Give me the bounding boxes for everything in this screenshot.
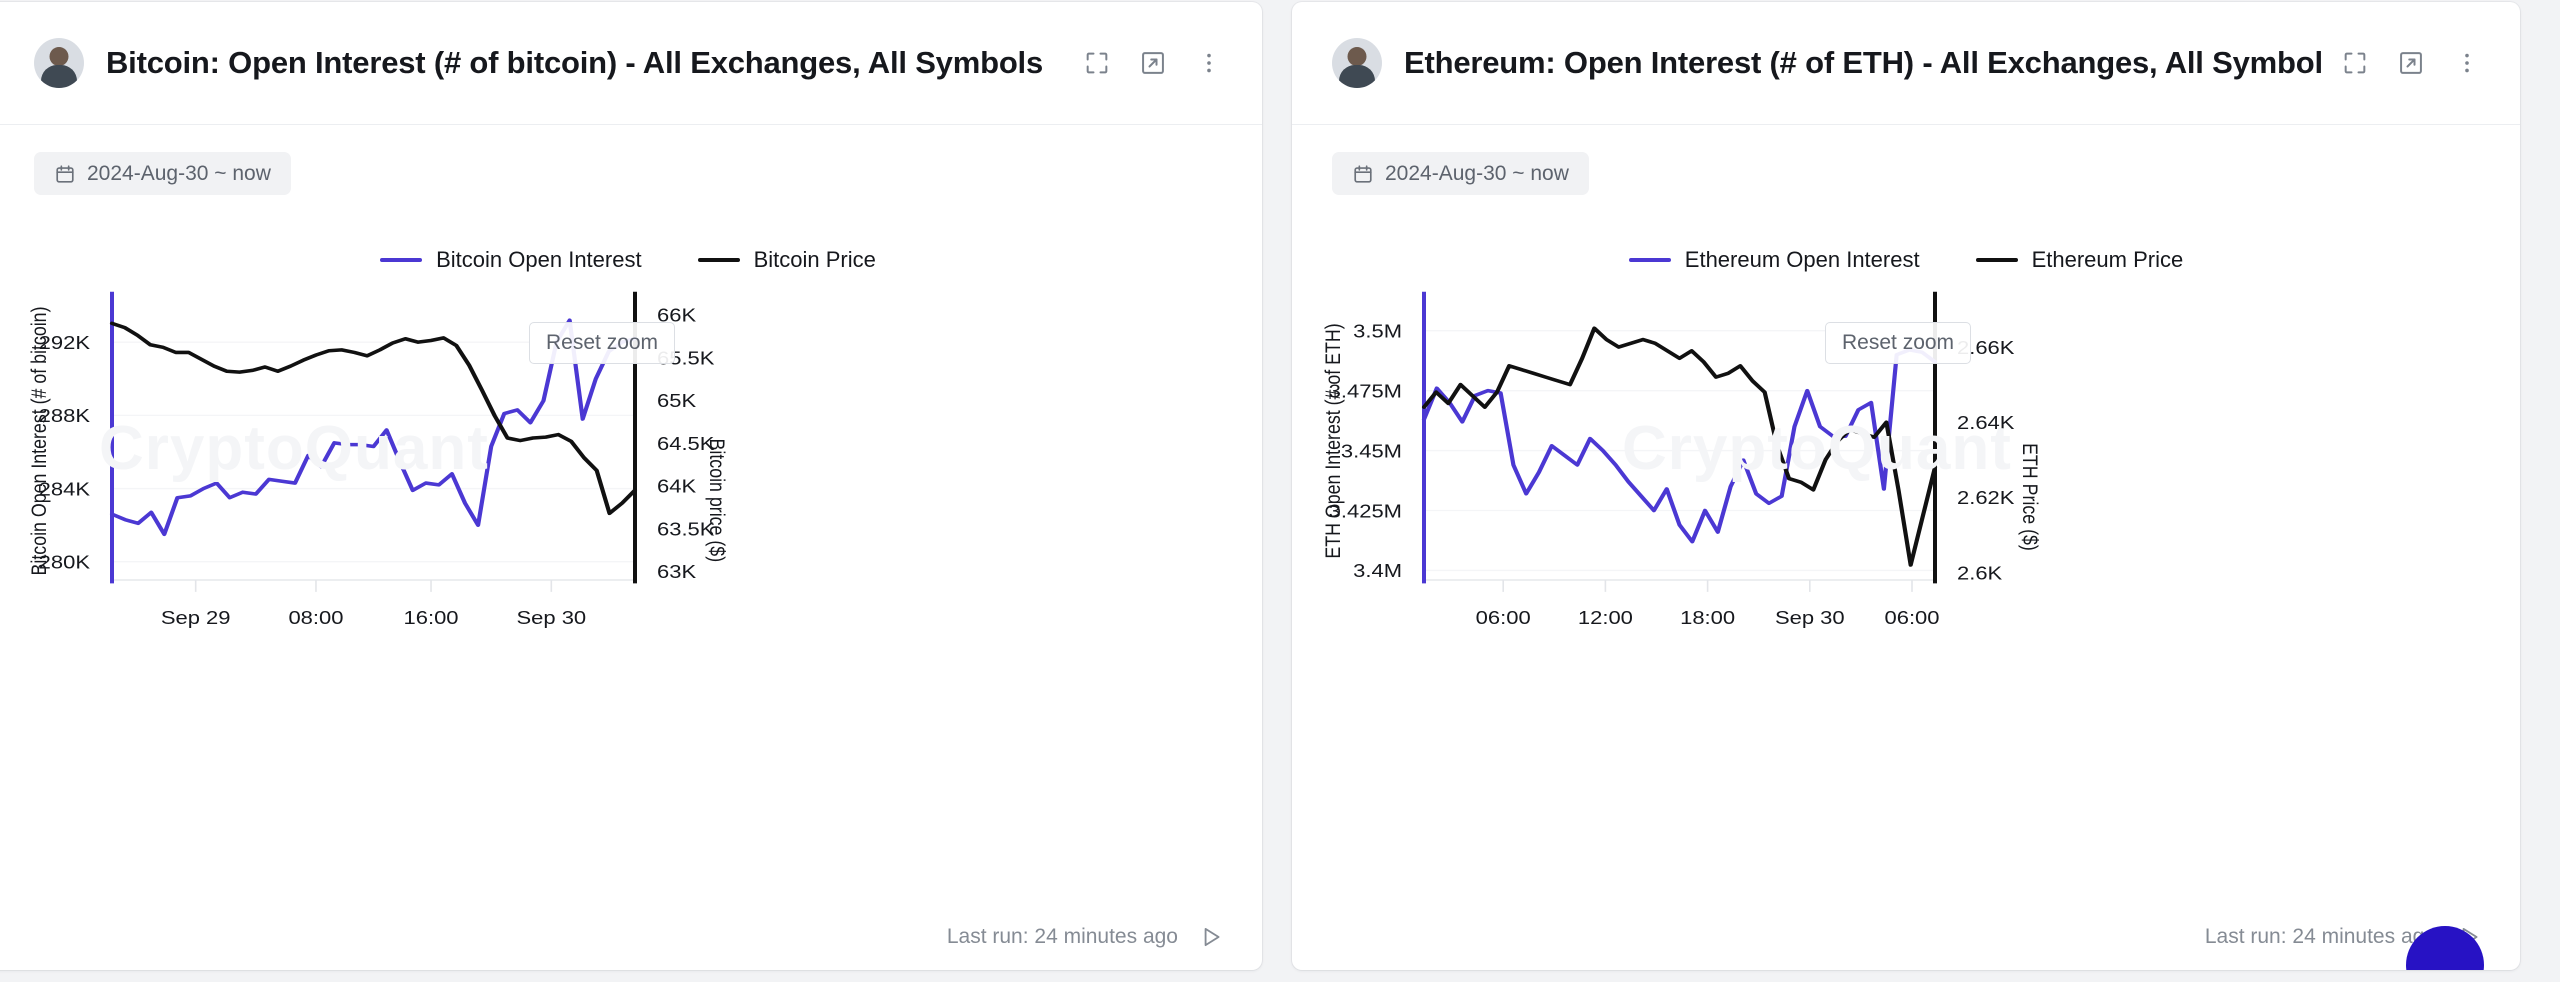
svg-text:Bitcoin price ($): Bitcoin price ($) (705, 439, 729, 563)
dashboard-page: Bitcoin: Open Interest (# of bitcoin) - … (0, 0, 2560, 982)
legend-item-open-interest[interactable]: Bitcoin Open Interest (380, 247, 641, 273)
bitcoin-chart-card: Bitcoin: Open Interest (# of bitcoin) - … (0, 2, 1262, 970)
svg-text:2.64K: 2.64K (1957, 413, 2015, 433)
svg-text:06:00: 06:00 (1476, 609, 1531, 629)
more-vertical-icon[interactable] (2452, 48, 2482, 78)
last-run-label: Last run: 24 minutes ago (2205, 925, 2436, 949)
bitcoin-chart-svg[interactable]: Sep 2908:0016:00Sep 30280K284K288K292K63… (0, 285, 1262, 970)
svg-text:16:00: 16:00 (404, 609, 459, 629)
legend-swatch-open-interest (380, 258, 422, 262)
svg-text:ETH Price ($): ETH Price ($) (2018, 443, 2042, 551)
open-external-icon[interactable] (2396, 48, 2426, 78)
legend-item-price[interactable]: Ethereum Price (1976, 247, 2184, 273)
svg-text:2.6K: 2.6K (1957, 564, 2003, 584)
legend-swatch-price (698, 258, 740, 262)
reset-zoom-button[interactable]: Reset zoom (1825, 322, 1971, 364)
legend-label-price: Bitcoin Price (754, 247, 876, 273)
svg-text:Bitcoin Open Interest (# of bi: Bitcoin Open Interest (# of bitcoin) (28, 307, 52, 576)
svg-text:18:00: 18:00 (1680, 609, 1735, 629)
svg-text:65K: 65K (657, 392, 697, 412)
more-vertical-icon[interactable] (1194, 48, 1224, 78)
svg-text:63K: 63K (657, 563, 697, 583)
svg-text:08:00: 08:00 (288, 609, 343, 629)
legend-label-open-interest: Ethereum Open Interest (1685, 247, 1920, 273)
bitcoin-plot-area[interactable]: CryptoQuant Sep 2908:0016:00Sep 30280K28… (0, 285, 1262, 970)
ethereum-legend: Ethereum Open Interest Ethereum Price (1292, 247, 2520, 273)
svg-text:Sep 30: Sep 30 (516, 609, 586, 629)
open-external-icon[interactable] (1138, 48, 1168, 78)
page-title: Ethereum: Open Interest (# of ETH) - All… (1404, 45, 2322, 81)
ethereum-card-header: Ethereum: Open Interest (# of ETH) - All… (1292, 2, 2520, 125)
fullscreen-icon[interactable] (2340, 48, 2370, 78)
bitcoin-header-actions (1082, 48, 1224, 78)
bitcoin-card-body: 2024-Aug-30 ~ now Bitcoin Open Interest … (0, 125, 1262, 970)
calendar-icon (54, 163, 76, 185)
legend-swatch-price (1976, 258, 2018, 262)
legend-label-open-interest: Bitcoin Open Interest (436, 247, 641, 273)
ethereum-chart-svg[interactable]: 06:0012:0018:00Sep 3006:003.4M3.425M3.45… (1292, 285, 2520, 970)
reset-zoom-button[interactable]: Reset zoom (529, 322, 675, 364)
avatar (34, 38, 84, 88)
last-run-label: Last run: 24 minutes ago (947, 925, 1178, 949)
play-icon[interactable] (1198, 924, 1224, 950)
legend-label-price: Ethereum Price (2032, 247, 2184, 273)
legend-item-price[interactable]: Bitcoin Price (698, 247, 876, 273)
ethereum-plot-area[interactable]: CryptoQuant 06:0012:0018:00Sep 3006:003.… (1292, 285, 2520, 970)
bitcoin-card-header: Bitcoin: Open Interest (# of bitcoin) - … (0, 2, 1262, 125)
svg-text:06:00: 06:00 (1884, 609, 1939, 629)
svg-text:12:00: 12:00 (1578, 609, 1633, 629)
fullscreen-icon[interactable] (1082, 48, 1112, 78)
legend-swatch-open-interest (1629, 258, 1671, 262)
svg-text:Sep 29: Sep 29 (161, 609, 231, 629)
avatar (1332, 38, 1382, 88)
date-range-chip[interactable]: 2024-Aug-30 ~ now (34, 152, 291, 195)
calendar-icon (1352, 163, 1374, 185)
legend-item-open-interest[interactable]: Ethereum Open Interest (1629, 247, 1920, 273)
date-range-label: 2024-Aug-30 ~ now (87, 162, 271, 186)
svg-text:3.45M: 3.45M (1341, 442, 1402, 462)
bitcoin-legend: Bitcoin Open Interest Bitcoin Price (0, 247, 1262, 273)
svg-text:3.4M: 3.4M (1353, 562, 1402, 582)
ethereum-card-body: 2024-Aug-30 ~ now Ethereum Open Interest… (1292, 125, 2520, 970)
svg-text:64K: 64K (657, 477, 697, 497)
svg-text:Sep 30: Sep 30 (1775, 609, 1845, 629)
svg-text:3.5M: 3.5M (1353, 322, 1402, 342)
date-range-chip[interactable]: 2024-Aug-30 ~ now (1332, 152, 1589, 195)
bitcoin-footer: Last run: 24 minutes ago (947, 924, 1224, 950)
ethereum-chart-card: Ethereum: Open Interest (# of ETH) - All… (1292, 2, 2520, 970)
ethereum-header-actions (2340, 48, 2482, 78)
svg-text:2.62K: 2.62K (1957, 489, 2015, 509)
svg-text:ETH Open Interest (# of ETH): ETH Open Interest (# of ETH) (1322, 323, 1346, 558)
date-range-label: 2024-Aug-30 ~ now (1385, 162, 1569, 186)
page-title: Bitcoin: Open Interest (# of bitcoin) - … (106, 45, 1064, 81)
